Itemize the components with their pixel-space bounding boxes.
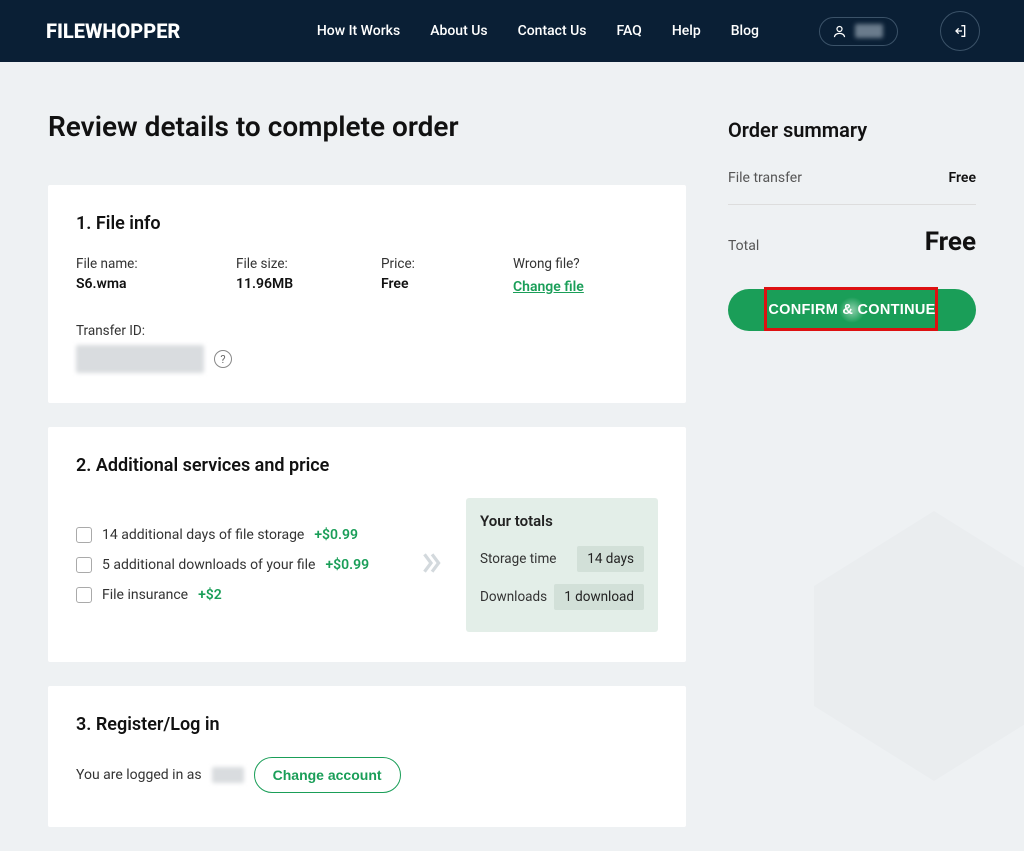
summary-file-transfer-label: File transfer xyxy=(728,170,802,186)
nav-faq[interactable]: FAQ xyxy=(617,23,642,39)
file-info-row: File name: S6.wma File size: 11.96MB Pri… xyxy=(76,256,658,295)
file-size-value: 11.96MB xyxy=(236,276,381,292)
user-icon xyxy=(832,24,847,39)
change-file-link[interactable]: Change file xyxy=(513,279,584,295)
nav-about-us[interactable]: About Us xyxy=(430,23,487,39)
logged-in-prefix: You are logged in as xyxy=(76,767,202,783)
totals-downloads-value: 1 download xyxy=(554,584,644,610)
logged-in-user-redacted xyxy=(212,767,244,783)
options-list: 14 additional days of file storage +$0.9… xyxy=(76,527,396,603)
page-title: Review details to complete order xyxy=(48,110,686,143)
price-value: Free xyxy=(381,276,513,292)
summary-total-row: Total Free xyxy=(728,227,976,257)
transfer-id-label: Transfer ID: xyxy=(76,323,658,339)
option-insurance-checkbox[interactable] xyxy=(76,587,92,603)
app-header: FILEWHOPPER How It Works About Us Contac… xyxy=(0,0,1024,62)
summary-total-value: Free xyxy=(925,227,976,257)
confirm-continue-button[interactable]: CONFIRM & CONTINUE xyxy=(728,289,976,331)
brand-logo[interactable]: FILEWHOPPER xyxy=(46,19,180,43)
nav-blog[interactable]: Blog xyxy=(731,23,759,39)
option-storage-price: +$0.99 xyxy=(314,527,358,543)
totals-storage-value: 14 days xyxy=(577,546,644,572)
file-name-label: File name: xyxy=(76,256,236,272)
option-downloads-price: +$0.99 xyxy=(325,557,369,573)
wrong-file-label: Wrong file? xyxy=(513,256,584,272)
totals-downloads-row: Downloads 1 download xyxy=(466,578,658,616)
file-size-label: File size: xyxy=(236,256,381,272)
option-insurance[interactable]: File insurance +$2 xyxy=(76,587,396,603)
totals-storage-row: Storage time 14 days xyxy=(466,540,658,578)
summary-total-label: Total xyxy=(728,238,759,254)
summary-title: Order summary xyxy=(728,118,976,142)
totals-downloads-label: Downloads xyxy=(480,589,547,605)
nav-how-it-works[interactable]: How It Works xyxy=(317,23,400,39)
option-insurance-label: File insurance xyxy=(102,587,188,603)
totals-title: Your totals xyxy=(466,512,658,540)
decorative-polygon xyxy=(784,496,1024,796)
additional-services-card: 2. Additional services and price 14 addi… xyxy=(48,427,686,662)
option-downloads-checkbox[interactable] xyxy=(76,557,92,573)
help-icon[interactable]: ? xyxy=(214,350,232,368)
summary-file-transfer-row: File transfer Free xyxy=(728,170,976,205)
main-nav: How It Works About Us Contact Us FAQ Hel… xyxy=(317,11,980,51)
register-login-card: 3. Register/Log in You are logged in as … xyxy=(48,686,686,827)
option-storage-days[interactable]: 14 additional days of file storage +$0.9… xyxy=(76,527,396,543)
option-storage-checkbox[interactable] xyxy=(76,527,92,543)
user-menu[interactable] xyxy=(819,17,898,46)
nav-contact-us[interactable]: Contact Us xyxy=(518,23,587,39)
transfer-id-redacted xyxy=(76,345,204,373)
price-label: Price: xyxy=(381,256,513,272)
logged-in-row: You are logged in as Change account xyxy=(76,757,658,793)
arrow-icon xyxy=(418,550,444,580)
left-column: Review details to complete order 1. File… xyxy=(48,110,686,851)
file-info-card: 1. File info File name: S6.wma File size… xyxy=(48,185,686,403)
file-info-title: 1. File info xyxy=(76,213,658,234)
totals-storage-label: Storage time xyxy=(480,551,556,567)
file-name-value: S6.wma xyxy=(76,276,236,292)
option-insurance-price: +$2 xyxy=(198,587,222,603)
option-downloads[interactable]: 5 additional downloads of your file +$0.… xyxy=(76,557,396,573)
summary-file-transfer-value: Free xyxy=(949,170,977,186)
nav-help[interactable]: Help xyxy=(672,23,701,39)
order-summary: Order summary File transfer Free Total F… xyxy=(728,110,976,331)
option-storage-label: 14 additional days of file storage xyxy=(102,527,304,543)
totals-box: Your totals Storage time 14 days Downloa… xyxy=(466,498,658,632)
option-downloads-label: 5 additional downloads of your file xyxy=(102,557,315,573)
additional-services-title: 2. Additional services and price xyxy=(76,455,658,476)
username-redacted xyxy=(855,24,883,38)
logout-button[interactable] xyxy=(940,11,980,51)
change-account-button[interactable]: Change account xyxy=(254,757,401,793)
logout-icon xyxy=(952,23,968,39)
register-login-title: 3. Register/Log in xyxy=(76,714,658,735)
